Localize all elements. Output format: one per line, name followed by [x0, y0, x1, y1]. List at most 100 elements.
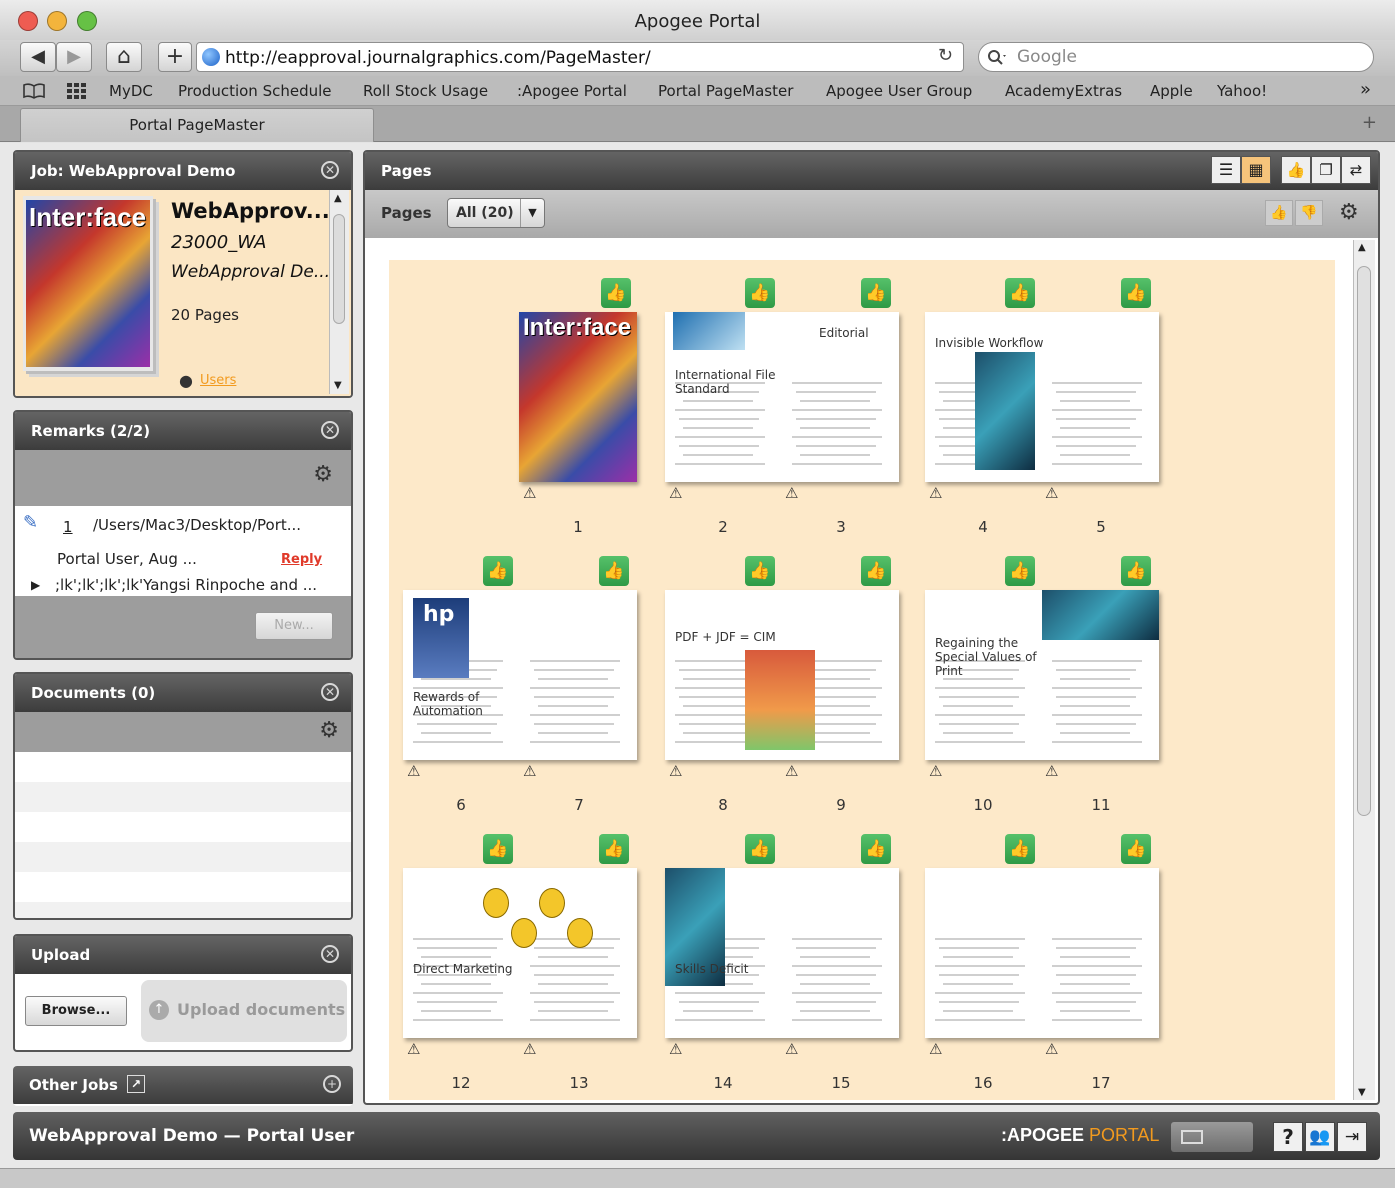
annotation-warning-icon[interactable]: ⚠: [523, 484, 536, 502]
bookmark-portal-pagemaster[interactable]: Portal PageMaster: [658, 82, 793, 100]
list-view-icon[interactable]: ☰: [1211, 156, 1241, 184]
new-tab-plus-icon[interactable]: +: [1362, 112, 1377, 133]
page-spread[interactable]: Editorial International File Standard: [665, 312, 899, 482]
annotation-warning-icon[interactable]: ⚠: [669, 1040, 682, 1058]
expand-remark-arrow-icon[interactable]: ▶: [31, 578, 40, 592]
tab-portal-pagemaster[interactable]: Portal PageMaster: [20, 108, 374, 142]
logout-icon[interactable]: ⇥: [1337, 1122, 1367, 1152]
search-field[interactable]: Google: [978, 42, 1374, 72]
approve-selected-icon[interactable]: 👍: [1265, 200, 1293, 226]
approve-thumb-icon[interactable]: 👍: [483, 834, 513, 864]
page-spread[interactable]: Direct Marketing: [403, 868, 637, 1038]
approve-thumb-icon[interactable]: 👍: [1005, 278, 1035, 308]
approve-view-icon[interactable]: 👍: [1281, 156, 1311, 184]
annotation-warning-icon[interactable]: ⚠: [407, 762, 420, 780]
top-sites-grid-icon[interactable]: [66, 82, 88, 100]
close-remarks-panel-icon[interactable]: ✕: [321, 421, 339, 439]
approve-thumb-icon[interactable]: 👍: [1121, 834, 1151, 864]
bookmark-mydc[interactable]: MyDC: [109, 82, 153, 100]
approve-thumb-icon[interactable]: 👍: [1121, 556, 1151, 586]
annotation-warning-icon[interactable]: ⚠: [523, 1040, 536, 1058]
forward-button[interactable]: ▶: [56, 42, 92, 72]
more-bookmarks-chevron-icon[interactable]: »: [1360, 79, 1371, 100]
bookmark-apple[interactable]: Apple: [1150, 82, 1193, 100]
approve-thumb-icon[interactable]: 👍: [745, 556, 775, 586]
bookmarks-book-icon[interactable]: [22, 82, 46, 100]
annotation-warning-icon[interactable]: ⚠: [785, 484, 798, 502]
page-spread[interactable]: Invisible Workflow: [925, 312, 1159, 482]
approve-thumb-icon[interactable]: 👍: [745, 834, 775, 864]
reject-selected-icon[interactable]: 👎: [1295, 200, 1323, 226]
compare-view-icon[interactable]: ⇄: [1341, 156, 1371, 184]
reload-icon[interactable]: ↻: [938, 45, 953, 66]
approve-thumb-icon[interactable]: 👍: [745, 278, 775, 308]
job-cover[interactable]: Inter:face: [23, 196, 153, 371]
close-documents-panel-icon[interactable]: ✕: [321, 683, 339, 701]
close-upload-panel-icon[interactable]: ✕: [321, 945, 339, 963]
back-button[interactable]: ◀: [20, 42, 56, 72]
annotation-warning-icon[interactable]: ⚠: [1045, 1040, 1058, 1058]
approve-thumb-icon[interactable]: 👍: [1005, 834, 1035, 864]
approve-thumb-icon[interactable]: 👍: [483, 556, 513, 586]
remark-number[interactable]: 1: [63, 518, 73, 536]
bookmark-yahoo[interactable]: Yahoo!: [1217, 82, 1267, 100]
scroll-up-arrow-icon[interactable]: ▲: [334, 193, 342, 204]
add-bookmark-button[interactable]: +: [158, 42, 192, 72]
annotation-warning-icon[interactable]: ⚠: [1045, 484, 1058, 502]
pages-gear-icon[interactable]: ⚙: [1339, 200, 1359, 225]
browse-button[interactable]: Browse...: [25, 996, 127, 1026]
open-external-icon[interactable]: ↗: [127, 1075, 145, 1093]
bookmark-production-schedule[interactable]: Production Schedule: [178, 82, 332, 100]
bookmark-apogee-user-group[interactable]: Apogee User Group: [826, 82, 972, 100]
page-spread[interactable]: Skills Deficit: [665, 868, 899, 1038]
upload-documents-button[interactable]: ↑ Upload documents: [141, 980, 347, 1042]
approve-thumb-icon[interactable]: 👍: [599, 834, 629, 864]
pages-scroll-up-icon[interactable]: ▲: [1358, 242, 1366, 253]
approve-thumb-icon[interactable]: 👍: [601, 278, 631, 308]
pages-scroll-thumb[interactable]: [1357, 266, 1371, 816]
home-button[interactable]: ⌂: [106, 42, 142, 72]
new-remark-button[interactable]: New...: [255, 612, 333, 640]
documents-gear-icon[interactable]: ⚙: [319, 718, 339, 743]
annotation-warning-icon[interactable]: ⚠: [929, 762, 942, 780]
approve-thumb-icon[interactable]: 👍: [861, 834, 891, 864]
annotation-warning-icon[interactable]: ⚠: [1045, 762, 1058, 780]
pages-scrollbar[interactable]: ▲ ▼: [1353, 240, 1375, 1100]
page-spread[interactable]: [925, 868, 1159, 1038]
expand-other-jobs-icon[interactable]: +: [323, 1075, 341, 1093]
annotation-warning-icon[interactable]: ⚠: [407, 1040, 420, 1058]
page-spread[interactable]: Inter:face: [519, 312, 637, 482]
approve-thumb-icon[interactable]: 👍: [599, 556, 629, 586]
users-link[interactable]: Users: [200, 373, 236, 388]
annotation-warning-icon[interactable]: ⚠: [669, 762, 682, 780]
job-scroll-thumb[interactable]: [333, 214, 345, 324]
address-bar[interactable]: http://eapproval.journalgraphics.com/Pag…: [196, 42, 964, 72]
page-spread[interactable]: hp Rewards of Automation: [403, 590, 637, 760]
grid-view-icon[interactable]: ▦: [1241, 156, 1271, 184]
pages-filter-select[interactable]: All (20) ▼: [447, 198, 545, 228]
page-spread[interactable]: Regaining the Special Values of Print: [925, 590, 1159, 760]
approve-thumb-icon[interactable]: 👍: [861, 278, 891, 308]
monitor-toggle[interactable]: [1171, 1122, 1253, 1152]
bookmark-apogee-portal[interactable]: :Apogee Portal: [517, 82, 627, 100]
annotation-warning-icon[interactable]: ⚠: [669, 484, 682, 502]
annotation-warning-icon[interactable]: ⚠: [785, 762, 798, 780]
annotation-warning-icon[interactable]: ⚠: [523, 762, 536, 780]
scroll-down-arrow-icon[interactable]: ▼: [334, 380, 342, 391]
help-button[interactable]: ?: [1273, 1122, 1303, 1152]
approve-thumb-icon[interactable]: 👍: [861, 556, 891, 586]
remark-reply-link[interactable]: Reply: [281, 552, 322, 567]
job-scrollbar[interactable]: ▲ ▼: [329, 190, 349, 394]
remarks-gear-icon[interactable]: ⚙: [313, 462, 333, 487]
pages-scroll-down-icon[interactable]: ▼: [1358, 1087, 1366, 1098]
approve-thumb-icon[interactable]: 👍: [1005, 556, 1035, 586]
approve-thumb-icon[interactable]: 👍: [1121, 278, 1151, 308]
close-job-panel-icon[interactable]: ✕: [321, 161, 339, 179]
annotation-warning-icon[interactable]: ⚠: [929, 484, 942, 502]
page-view-icon[interactable]: ❐: [1311, 156, 1341, 184]
annotation-warning-icon[interactable]: ⚠: [785, 1040, 798, 1058]
other-jobs-panel[interactable]: Other Jobs ↗ +: [13, 1066, 353, 1106]
users-icon[interactable]: 👥: [1305, 1122, 1335, 1152]
annotation-warning-icon[interactable]: ⚠: [929, 1040, 942, 1058]
bookmark-roll-stock-usage[interactable]: Roll Stock Usage: [363, 82, 488, 100]
